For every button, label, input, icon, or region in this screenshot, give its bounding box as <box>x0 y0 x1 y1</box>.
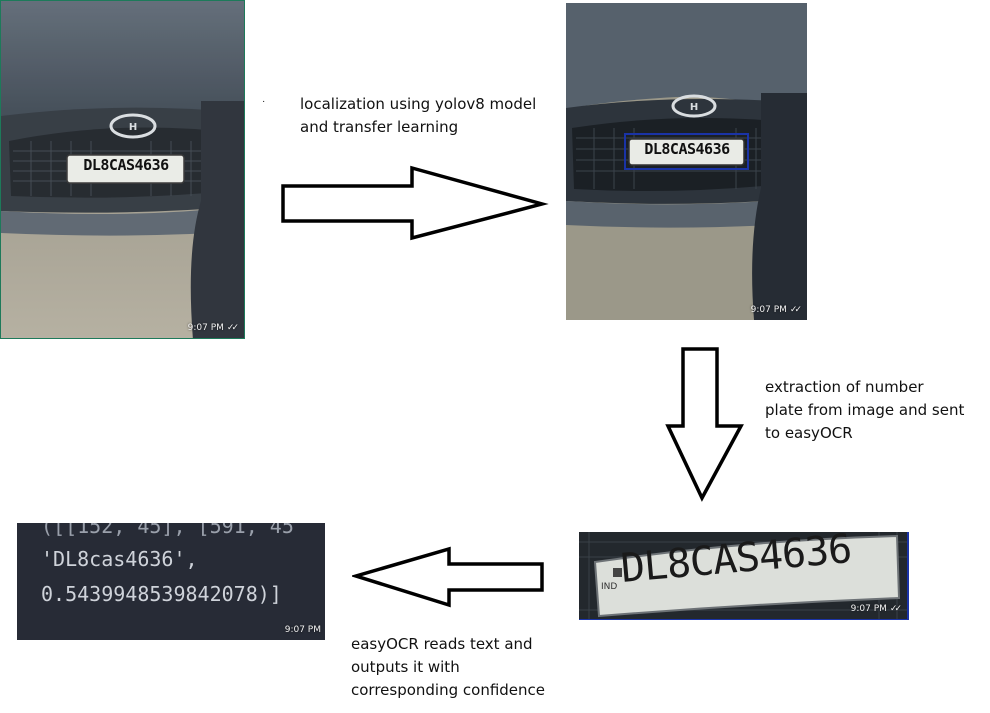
timestamp-4: 9:07 PM <box>284 625 321 635</box>
svg-text:H: H <box>690 102 698 113</box>
ocr-output-line-text: 'DL8cas4636', <box>41 547 198 571</box>
stray-dot: · <box>262 96 266 107</box>
arrow-down <box>665 347 744 502</box>
read-ticks-icon: ✓✓ <box>789 305 802 315</box>
timestamp-2: 9:07 PM ✓✓ <box>750 305 802 315</box>
ocr-output-panel: ([[152, 45], [591, 45 'DL8cas4636', 0.54… <box>17 523 325 640</box>
plate-text-1: DL8CAS4636 <box>83 156 169 174</box>
cropped-plate-photo: IND DL8CAS4636 9:07 PM ✓✓ <box>579 532 909 620</box>
plate-country: IND <box>601 582 618 592</box>
timestamp-3: 9:07 PM ✓✓ <box>850 604 902 614</box>
plate-text-2: DL8CAS4636 <box>644 140 730 158</box>
read-ticks-icon: ✓✓ <box>226 323 239 333</box>
arrow-left <box>352 546 544 608</box>
read-ticks-icon: ✓✓ <box>889 604 902 614</box>
detected-car-photo: H DL8CAS4636 9:07 PM ✓✓ <box>566 3 807 320</box>
car-photo-graphic: H <box>566 3 807 320</box>
ocr-output-line-confidence: 0.5439948539842078)] <box>41 582 282 606</box>
arrow-right <box>281 165 549 241</box>
step-2-caption: extraction of number plate from image an… <box>765 378 965 442</box>
input-car-photo: H DL8CAS4636 9:07 PM ✓✓ <box>0 0 245 339</box>
timestamp-1: 9:07 PM ✓✓ <box>187 323 239 333</box>
step-3-caption: easyOCR reads text and outputs it with c… <box>351 635 546 699</box>
ocr-output-line-bbox: ([[152, 45], [591, 45 <box>41 523 294 538</box>
step-1-caption: localization using yolov8 model and tran… <box>300 95 537 136</box>
